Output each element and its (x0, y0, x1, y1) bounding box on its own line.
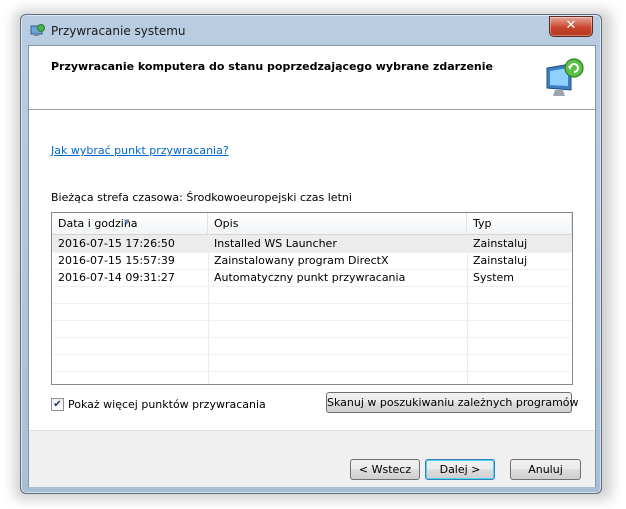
row-gridline (52, 371, 572, 372)
row-gridline (52, 320, 572, 321)
timezone-label: Bieżąca strefa czasowa: Środkowoeuropejs… (51, 191, 352, 204)
page-title: Przywracanie komputera do stanu poprzedz… (51, 60, 493, 73)
row-gridline (52, 286, 572, 287)
dialog-client-area: Przywracanie komputera do stanu poprzedz… (28, 45, 596, 487)
window-title: Przywracanie systemu (51, 24, 186, 38)
cancel-button[interactable]: Anuluj (510, 459, 581, 480)
row-gridline (52, 354, 572, 355)
cell-type: Zainstaluj (473, 237, 528, 250)
cell-type: System (473, 271, 515, 284)
table-row[interactable]: 2016-07-15 15:57:39 Zainstalowany progra… (52, 252, 572, 269)
back-button[interactable]: < Wstecz (350, 459, 420, 480)
title-bar[interactable]: Przywracanie systemu ✕ (21, 15, 601, 45)
wizard-body: Jak wybrać punkt przywracania? Bieżąca s… (29, 110, 595, 430)
system-restore-icon (30, 24, 45, 36)
cell-description: Zainstalowany program DirectX (214, 254, 389, 267)
cell-description: Installed WS Launcher (214, 237, 337, 250)
cell-type: Zainstaluj (473, 254, 528, 267)
scan-affected-programs-button[interactable]: Skanuj w poszukiwaniu zależnych programó… (326, 392, 579, 413)
cell-description: Automatyczny punkt przywracania (214, 271, 406, 284)
next-button[interactable]: Dalej > (425, 459, 495, 480)
wizard-header: Przywracanie komputera do stanu poprzedz… (29, 46, 595, 110)
row-gridline (52, 337, 572, 338)
sort-arrow-icon: ▼ (124, 218, 130, 226)
column-header-date[interactable]: Data i godzina ▼ (52, 213, 208, 234)
show-more-checkbox[interactable]: ✔ (51, 398, 64, 411)
help-link[interactable]: Jak wybrać punkt przywracania? (51, 144, 229, 157)
cell-date: 2016-07-15 15:57:39 (58, 254, 175, 267)
restore-points-table: Data i godzina ▼ Opis Typ 2016-07-15 17:… (51, 212, 573, 385)
system-restore-monitor-icon (546, 58, 584, 96)
dialog-window: Przywracanie systemu ✕ Przywracanie komp… (20, 14, 602, 494)
table-row[interactable]: 2016-07-14 09:31:27 Automatyczny punkt p… (52, 269, 572, 286)
column-header-type-label: Typ (473, 217, 492, 230)
table-header: Data i godzina ▼ Opis Typ (52, 213, 572, 235)
cell-date: 2016-07-15 17:26:50 (58, 237, 175, 250)
table-row[interactable]: 2016-07-15 17:26:50 Installed WS Launche… (52, 235, 572, 252)
column-header-description-label: Opis (214, 217, 239, 230)
column-header-type[interactable]: Typ (467, 213, 572, 234)
column-header-description[interactable]: Opis (208, 213, 467, 234)
cell-date: 2016-07-14 09:31:27 (58, 271, 175, 284)
close-button[interactable]: ✕ (549, 16, 593, 37)
wizard-footer: < Wstecz Dalej > Anuluj (29, 430, 595, 487)
row-gridline (52, 303, 572, 304)
show-more-label[interactable]: Pokaż więcej punktów przywracania (68, 398, 266, 411)
